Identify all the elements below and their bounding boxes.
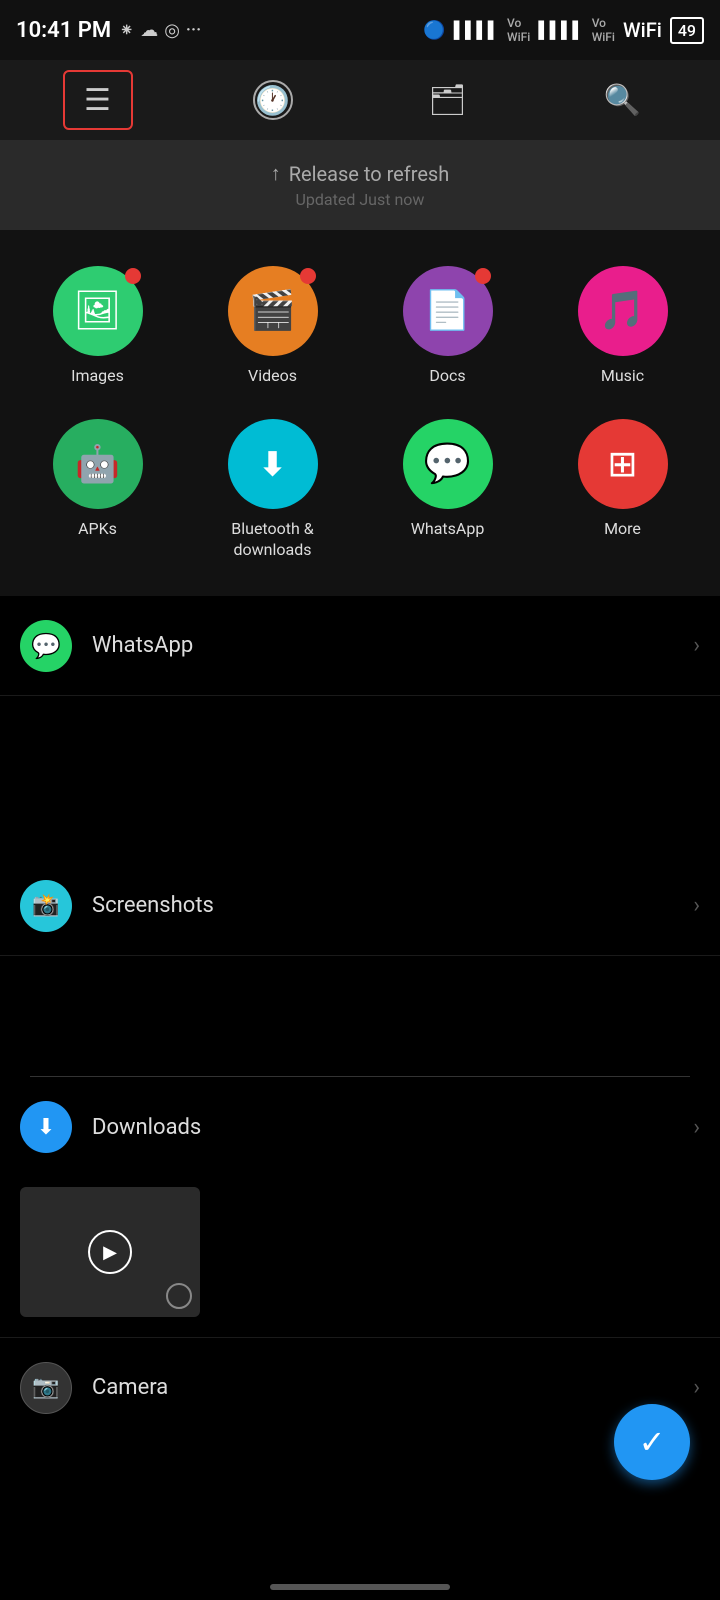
docs-icon: 📄	[424, 289, 471, 333]
camera-icon: 📷	[32, 1375, 59, 1400]
category-item-more[interactable]: ⊞ More	[535, 403, 710, 577]
videos-icon-circle: 🎬	[228, 266, 318, 356]
more-icon-circle: ⊞	[578, 419, 668, 509]
whatsapp-section-emoji: 💬	[31, 632, 61, 660]
screenshots-section-label: Screenshots	[92, 893, 693, 918]
bluetooth-icon-circle: ⬇	[228, 419, 318, 509]
screenshots-space	[0, 956, 720, 1076]
music-label: Music	[601, 366, 644, 387]
apks-label: APKs	[78, 519, 117, 540]
category-grid: 🖼 Images 🎬 Videos 📄 Docs 🎵 Music 🤖 APKs	[0, 230, 720, 596]
bluetooth-label: Bluetooth &downloads	[231, 519, 313, 561]
whatsapp-space	[0, 696, 720, 856]
whatsapp-chevron-icon: ›	[693, 633, 700, 658]
clock-icon: 🕐	[253, 80, 293, 120]
search-button[interactable]: 🔍	[588, 70, 658, 130]
video-thumbnail[interactable]: ▶	[20, 1187, 200, 1317]
music-icon: 🎵	[599, 289, 646, 333]
images-icon-circle: 🖼	[53, 266, 143, 356]
camera-section-label: Camera	[92, 1375, 693, 1400]
docs-badge	[475, 268, 491, 284]
hamburger-icon: ☰	[84, 83, 111, 118]
vo-wifi-label: VoWiFi	[507, 16, 530, 44]
videos-badge	[300, 268, 316, 284]
downloads-section-icon: ⬇	[20, 1101, 72, 1153]
instagram-icon: ◎	[164, 20, 180, 41]
history-button[interactable]: 🕐	[238, 70, 308, 130]
whatsapp-section-label: WhatsApp	[92, 633, 693, 658]
home-indicator	[270, 1584, 450, 1590]
category-item-whatsapp[interactable]: 💬 WhatsApp	[360, 403, 535, 577]
play-button[interactable]: ▶	[88, 1230, 132, 1274]
videos-label: Videos	[248, 366, 297, 387]
whatsapp-section-icon: 💬	[20, 620, 72, 672]
more-label: More	[604, 519, 641, 540]
signal2-icon: ▌▌▌▌	[538, 20, 583, 40]
category-item-apks[interactable]: 🤖 APKs	[10, 403, 185, 577]
screenshots-section[interactable]: 📸 Screenshots ›	[0, 856, 720, 956]
category-item-music[interactable]: 🎵 Music	[535, 250, 710, 403]
downloads-content: ▶	[0, 1177, 720, 1337]
refresh-banner: ↑ Release to refresh Updated Just now	[0, 140, 720, 230]
downloads-section: ⬇ Downloads › ▶	[0, 1077, 720, 1337]
whatsapp-icon-circle: 💬	[403, 419, 493, 509]
battery-indicator: 49	[670, 17, 704, 44]
arrow-up-icon: ↑	[271, 161, 281, 186]
screenshots-section-icon: 📸	[20, 880, 72, 932]
folder-button[interactable]: 🗂	[413, 70, 483, 130]
status-left: 10:41 PM ⁕ ☁ ◎ ···	[16, 18, 201, 43]
status-right: 🔵 ▌▌▌▌ VoWiFi ▌▌▌▌ VoWiFi WiFi 49	[423, 16, 704, 44]
refresh-subtext: Updated Just now	[296, 190, 425, 209]
dots-icon: ···	[186, 20, 201, 41]
fab-icon: ✓	[639, 1423, 666, 1461]
downloads-section-label: Downloads	[92, 1115, 693, 1140]
thumb-circle-icon	[166, 1283, 192, 1309]
category-item-images[interactable]: 🖼 Images	[10, 250, 185, 403]
vo-wifi2-label: VoWiFi	[592, 16, 615, 44]
category-item-bluetooth[interactable]: ⬇ Bluetooth &downloads	[185, 403, 360, 577]
screenshots-section-emoji: 📸	[32, 893, 59, 918]
camera-section[interactable]: 📷 Camera ›	[0, 1337, 720, 1437]
videos-icon: 🎬	[249, 289, 296, 333]
camera-chevron-icon: ›	[693, 1375, 700, 1400]
category-item-docs[interactable]: 📄 Docs	[360, 250, 535, 403]
category-item-videos[interactable]: 🎬 Videos	[185, 250, 360, 403]
music-icon-circle: 🎵	[578, 266, 668, 356]
fab-button[interactable]: ✓	[614, 1404, 690, 1480]
apks-icon-circle: 🤖	[53, 419, 143, 509]
images-badge	[125, 268, 141, 284]
refresh-text: ↑ Release to refresh	[271, 161, 450, 186]
more-icon: ⊞	[607, 443, 637, 485]
docs-label: Docs	[429, 366, 465, 387]
cloud-icon: ☁	[140, 20, 158, 41]
status-bar: 10:41 PM ⁕ ☁ ◎ ··· 🔵 ▌▌▌▌ VoWiFi ▌▌▌▌ Vo…	[0, 0, 720, 60]
top-nav: ☰ 🕐 🗂 🔍	[0, 60, 720, 140]
bluetooth-icon: ⬇	[259, 445, 286, 483]
battery-level: 49	[678, 21, 696, 40]
folder-icon: 🗂	[428, 83, 466, 118]
notification-icons: ⁕ ☁ ◎ ···	[119, 20, 201, 41]
screenshots-chevron-icon: ›	[693, 893, 700, 918]
menu-button[interactable]: ☰	[63, 70, 133, 130]
wifi-icon: WiFi	[623, 18, 662, 42]
downloads-icon: ⬇	[37, 1115, 55, 1140]
camera-section-icon: 📷	[20, 1362, 72, 1414]
search-icon: 🔍	[604, 83, 641, 118]
bluetooth-status-icon: 🔵	[423, 20, 445, 41]
downloads-header[interactable]: ⬇ Downloads ›	[0, 1077, 720, 1177]
images-label: Images	[71, 366, 124, 387]
docs-icon-circle: 📄	[403, 266, 493, 356]
whatsapp-label: WhatsApp	[411, 519, 485, 540]
status-time: 10:41 PM	[16, 18, 111, 43]
signal-icon: ▌▌▌▌	[454, 20, 499, 40]
whatsapp-icon: 💬	[424, 442, 471, 486]
downloads-chevron-icon: ›	[693, 1115, 700, 1140]
whatsapp-section[interactable]: 💬 WhatsApp ›	[0, 596, 720, 696]
hashtag-icon: ⁕	[119, 20, 134, 41]
refresh-label: Release to refresh	[289, 162, 450, 186]
apks-icon: 🤖	[75, 443, 120, 485]
images-icon: 🖼	[73, 289, 121, 333]
